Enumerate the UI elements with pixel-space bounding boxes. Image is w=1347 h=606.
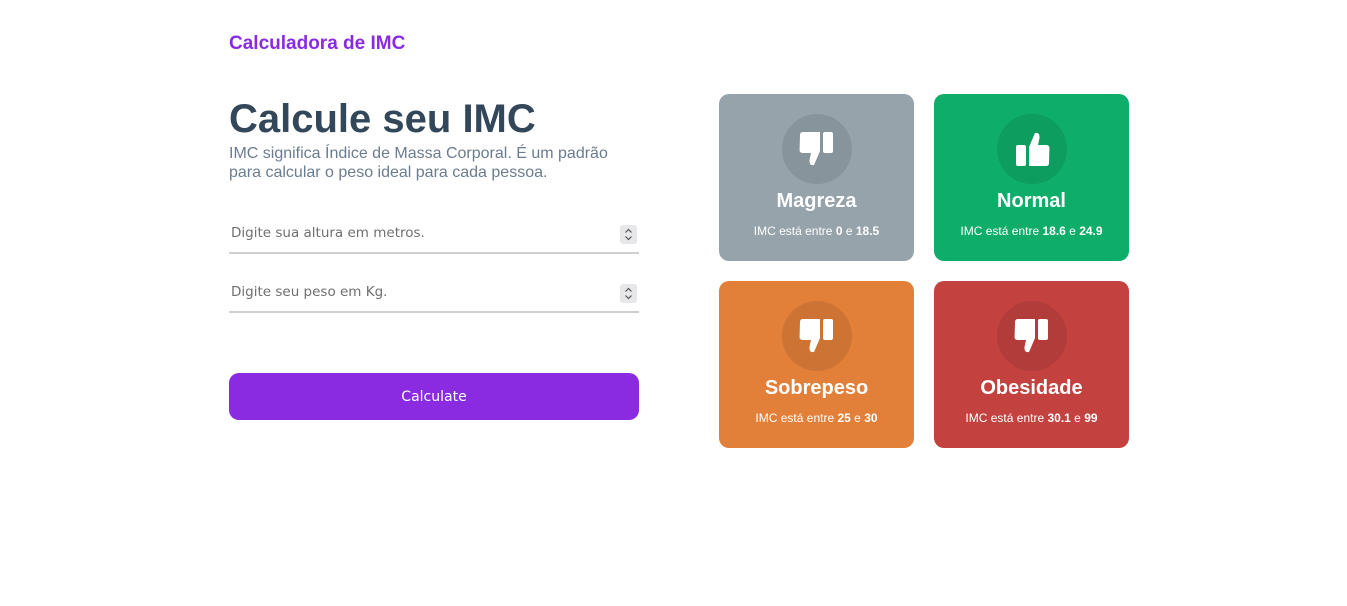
category-title: Sobrepeso	[764, 377, 869, 399]
spinner-arrows-icon	[625, 287, 632, 300]
range-max: 99	[1084, 411, 1098, 425]
icon-circle	[996, 114, 1067, 184]
subtitle-line-1: IMC significa Índice de Massa Corporal. …	[229, 145, 608, 162]
height-spinner[interactable]	[620, 225, 637, 244]
range-min: 30.1	[1047, 411, 1071, 425]
calculate-button[interactable]: Calculate	[229, 373, 639, 420]
spinner-arrows-icon	[625, 228, 632, 241]
range-prefix: IMC está entre	[965, 411, 1045, 425]
category-range: IMC está entre 30.1 e 99	[934, 411, 1129, 425]
category-title: Normal	[997, 190, 1066, 212]
range-min: 18.6	[1042, 224, 1066, 238]
range-max: 18.5	[855, 224, 880, 238]
intro-section: Calcule seu IMC IMC significa Índice de …	[229, 94, 639, 182]
category-range: IMC está entre 25 e 30	[719, 411, 914, 425]
range-max: 30	[864, 411, 878, 425]
category-range: IMC está entre 18.6 e 24.9	[934, 224, 1129, 238]
thumbs-up-icon	[1015, 132, 1049, 166]
icon-circle	[781, 114, 852, 184]
category-card-obesidade: Obesidade IMC está entre 30.1 e 99	[934, 281, 1129, 448]
icon-circle	[781, 301, 852, 371]
weight-input[interactable]	[229, 273, 639, 311]
icon-circle	[996, 301, 1067, 371]
app-brand: Calculadora de IMC	[229, 33, 406, 54]
range-min: 25	[837, 411, 851, 425]
weight-spinner[interactable]	[620, 284, 637, 303]
subtitle-line-2: para calcular o peso ideal para cada pes…	[229, 164, 548, 181]
category-title: Obesidade	[980, 377, 1083, 399]
height-field	[229, 214, 639, 254]
range-connector: e	[1074, 411, 1081, 425]
weight-field	[229, 273, 639, 313]
thumbs-down-icon	[1014, 319, 1048, 353]
range-min: 0	[835, 224, 843, 238]
category-title: Magreza	[776, 190, 857, 212]
category-card-sobrepeso: Sobrepeso IMC está entre 25 e 30	[719, 281, 914, 448]
thumbs-down-icon	[799, 132, 833, 166]
category-card-magreza: Magreza IMC está entre 0 e 18.5	[719, 94, 914, 261]
range-prefix: IMC está entre	[753, 224, 833, 238]
category-range: IMC está entre 0 e 18.5	[719, 224, 914, 238]
range-prefix: IMC está entre	[755, 411, 835, 425]
height-input[interactable]	[229, 214, 639, 252]
page-title: Calcule seu IMC	[229, 97, 536, 141]
range-connector: e	[854, 411, 861, 425]
thumbs-down-icon	[799, 319, 833, 353]
range-prefix: IMC está entre	[960, 224, 1040, 238]
range-connector: e	[1069, 224, 1076, 238]
range-max: 24.9	[1079, 224, 1103, 238]
category-card-normal: Normal IMC está entre 18.6 e 24.9	[934, 94, 1129, 261]
page-subtitle: IMC significa Índice de Massa Corporal. …	[229, 144, 639, 182]
range-connector: e	[845, 224, 853, 238]
